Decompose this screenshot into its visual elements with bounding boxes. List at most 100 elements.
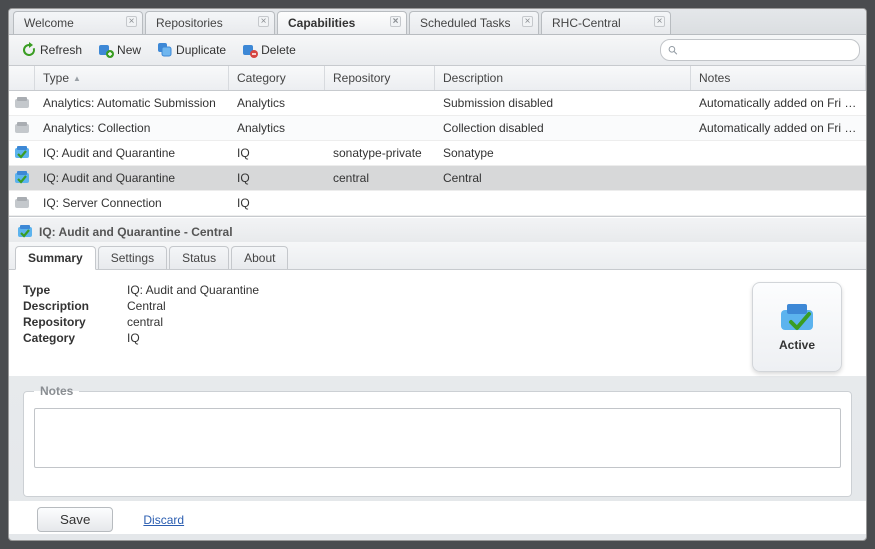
search-icon	[667, 44, 678, 56]
detail-tabs: Summary Settings Status About	[9, 242, 866, 270]
status-active-icon	[777, 302, 817, 334]
summary-val-description: Central	[127, 299, 166, 313]
tab-label: Status	[182, 251, 216, 265]
duplicate-button[interactable]: Duplicate	[151, 40, 232, 60]
tab-label: RHC-Central	[552, 16, 621, 30]
col-header-category[interactable]: Category	[229, 66, 325, 90]
summary-val-type: IQ: Audit and Quarantine	[127, 283, 259, 297]
cell-type: IQ: Server Connection	[35, 191, 229, 215]
status-card: Active	[752, 282, 842, 372]
cell-repository: central	[325, 166, 435, 190]
row-icon-cell	[9, 116, 35, 140]
status-label: Active	[779, 338, 815, 352]
tab-capabilities[interactable]: Capabilities ×	[277, 11, 407, 34]
top-tabs: Welcome × Repositories × Capabilities × …	[9, 9, 866, 35]
cell-description: Submission disabled	[435, 91, 691, 115]
cell-repository	[325, 98, 435, 108]
delete-button[interactable]: Delete	[236, 40, 302, 60]
save-button[interactable]: Save	[37, 507, 113, 532]
cell-notes	[691, 198, 866, 208]
detail-tab-summary[interactable]: Summary	[15, 246, 96, 270]
tab-label: Welcome	[24, 16, 74, 30]
detail-header: IQ: Audit and Quarantine - Central	[9, 217, 866, 242]
summary-key-category: Category	[23, 331, 109, 345]
detail-tab-status[interactable]: Status	[169, 246, 229, 269]
tab-welcome[interactable]: Welcome ×	[13, 11, 143, 34]
summary-val-category: IQ	[127, 331, 140, 345]
cell-notes: Automatically added on Fri Dec ...	[691, 116, 866, 140]
search-input[interactable]	[678, 43, 853, 57]
capability-active-icon	[17, 224, 33, 240]
new-icon	[98, 42, 114, 58]
cell-description: Collection disabled	[435, 116, 691, 140]
col-header-repository[interactable]: Repository	[325, 66, 435, 90]
col-header-type[interactable]: Type ▲	[35, 66, 229, 90]
row-icon-cell	[9, 191, 35, 215]
discard-link[interactable]: Discard	[143, 513, 184, 527]
col-header-icon[interactable]	[9, 66, 35, 90]
tab-label: Scheduled Tasks	[420, 16, 511, 30]
cell-notes: Automatically added on Fri Dec ...	[691, 91, 866, 115]
grid-body: Analytics: Automatic SubmissionAnalytics…	[9, 91, 866, 216]
close-icon[interactable]: ×	[390, 16, 401, 27]
cell-type: Analytics: Automatic Submission	[35, 91, 229, 115]
tab-label: Capabilities	[288, 16, 355, 30]
detail-tab-settings[interactable]: Settings	[98, 246, 167, 269]
row-icon-cell	[9, 141, 35, 165]
col-header-description[interactable]: Description	[435, 66, 691, 90]
detail-panel: IQ: Audit and Quarantine - Central Summa…	[9, 216, 866, 540]
close-icon[interactable]: ×	[258, 16, 269, 27]
new-button[interactable]: New	[92, 40, 147, 60]
summary-pane: TypeIQ: Audit and Quarantine Description…	[9, 270, 866, 376]
col-label: Repository	[333, 71, 390, 85]
refresh-button[interactable]: Refresh	[15, 40, 88, 60]
cell-repository	[325, 123, 435, 133]
sort-asc-icon: ▲	[73, 74, 81, 83]
tab-rhc-central[interactable]: RHC-Central ×	[541, 11, 671, 34]
search-field-wrap	[660, 39, 860, 61]
summary-val-repository: central	[127, 315, 163, 329]
notes-textarea[interactable]	[34, 408, 841, 468]
cell-category: IQ	[229, 141, 325, 165]
delete-icon	[242, 42, 258, 58]
grid-header: Type ▲ Category Repository Description N…	[9, 66, 866, 91]
capabilities-grid: Type ▲ Category Repository Description N…	[9, 66, 866, 216]
tab-label: Repositories	[156, 16, 223, 30]
refresh-label: Refresh	[40, 43, 82, 57]
close-icon[interactable]: ×	[126, 16, 137, 27]
cell-category: IQ	[229, 166, 325, 190]
action-row: Save Discard	[9, 501, 866, 534]
capability-active-icon	[14, 170, 30, 186]
table-row[interactable]: IQ: Server ConnectionIQ	[9, 191, 866, 216]
close-icon[interactable]: ×	[522, 16, 533, 27]
duplicate-icon	[157, 42, 173, 58]
detail-tab-about[interactable]: About	[231, 246, 288, 269]
cell-description: Central	[435, 166, 691, 190]
summary-table: TypeIQ: Audit and Quarantine Description…	[23, 282, 732, 372]
table-row[interactable]: Analytics: Automatic SubmissionAnalytics…	[9, 91, 866, 116]
row-icon-cell	[9, 91, 35, 115]
detail-title: IQ: Audit and Quarantine - Central	[39, 225, 233, 239]
tab-label: Settings	[111, 251, 154, 265]
close-icon[interactable]: ×	[654, 16, 665, 27]
notes-legend: Notes	[34, 384, 79, 398]
cell-type: IQ: Audit and Quarantine	[35, 141, 229, 165]
new-label: New	[117, 43, 141, 57]
cell-description: Sonatype	[435, 141, 691, 165]
duplicate-label: Duplicate	[176, 43, 226, 57]
cell-category: Analytics	[229, 116, 325, 140]
tab-label: About	[244, 251, 275, 265]
col-header-notes[interactable]: Notes	[691, 66, 866, 90]
cell-notes	[691, 173, 866, 183]
col-label: Category	[237, 71, 286, 85]
tab-scheduled-tasks[interactable]: Scheduled Tasks ×	[409, 11, 539, 34]
table-row[interactable]: IQ: Audit and QuarantineIQcentralCentral	[9, 166, 866, 191]
cell-description	[435, 198, 691, 208]
cell-repository	[325, 198, 435, 208]
row-icon-cell	[9, 166, 35, 190]
cell-category: IQ	[229, 191, 325, 215]
delete-label: Delete	[261, 43, 296, 57]
table-row[interactable]: IQ: Audit and QuarantineIQsonatype-priva…	[9, 141, 866, 166]
tab-repositories[interactable]: Repositories ×	[145, 11, 275, 34]
table-row[interactable]: Analytics: CollectionAnalyticsCollection…	[9, 116, 866, 141]
